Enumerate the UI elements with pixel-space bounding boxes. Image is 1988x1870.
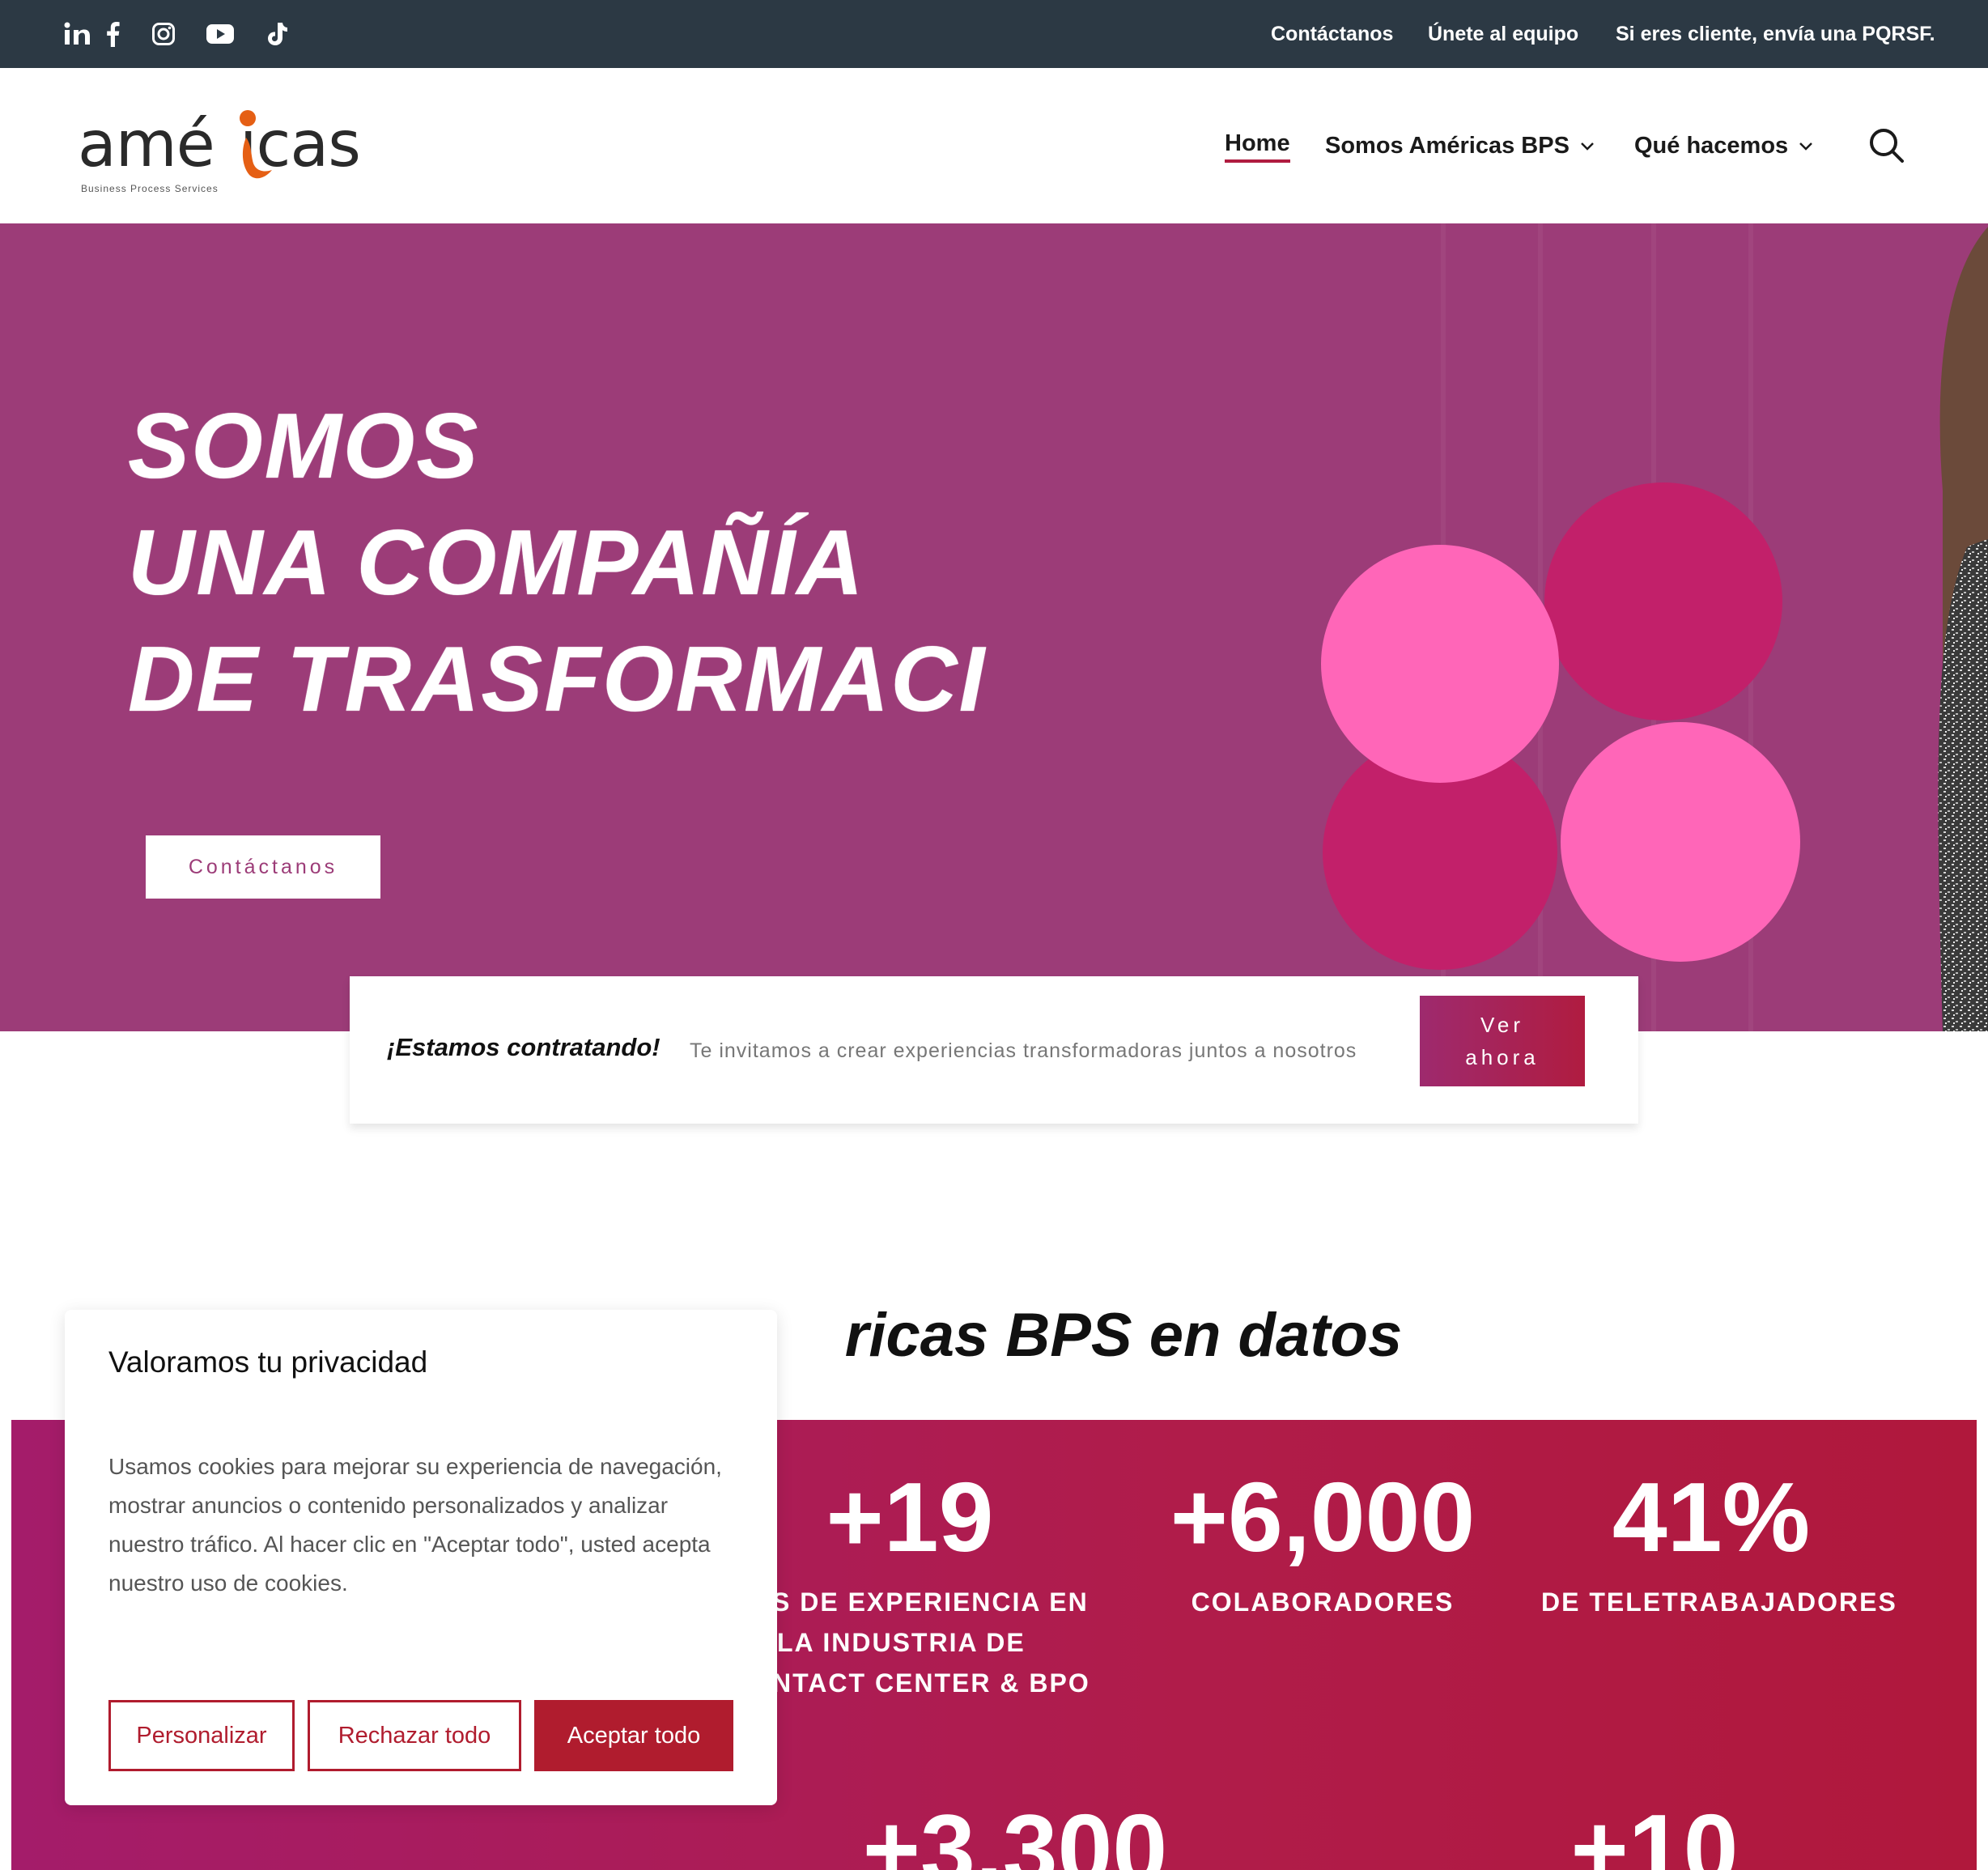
- youtube-icon[interactable]: [204, 0, 236, 68]
- stat-label: COLABORADORES: [1191, 1587, 1455, 1617]
- stat-value: 41%: [1612, 1462, 1811, 1572]
- reject-all-button[interactable]: Rechazar todo: [308, 1700, 521, 1771]
- hero-heading-line: UNA COMPAÑÍA: [128, 512, 865, 614]
- hero-banner: SOMOS UNA COMPAÑÍA DE TRASFORMACI Contác…: [0, 223, 1988, 1031]
- view-now-label: ahora: [1465, 1045, 1540, 1069]
- logo-dot: [240, 110, 256, 126]
- logo-swoosh-icon: [242, 138, 272, 179]
- nav-services-label: Qué hacemos: [1634, 132, 1789, 159]
- nav-about-dropdown[interactable]: Somos Américas BPS: [1325, 68, 1595, 223]
- chevron-down-icon: [1581, 142, 1594, 151]
- facebook-icon[interactable]: [100, 0, 125, 68]
- nav-home-label: Home: [1225, 129, 1290, 163]
- decorative-circle: [1544, 482, 1782, 720]
- hiring-banner: ¡Estamos contratando! Te invitamos a cre…: [350, 976, 1638, 1124]
- linkedin-icon[interactable]: [60, 0, 94, 68]
- decorative-circle: [1561, 722, 1800, 962]
- logo-tagline: Business Process Services: [81, 183, 219, 194]
- contact-link[interactable]: Contáctanos: [1271, 0, 1393, 68]
- stat-value: +3,300: [862, 1794, 1168, 1870]
- tiktok-icon[interactable]: [264, 0, 291, 68]
- decorative-circle: [1321, 545, 1559, 783]
- site-header: américas Business Process Services Home …: [0, 68, 1988, 223]
- stat-label: DE TELETRABAJADORES: [1541, 1587, 1897, 1617]
- stats-title-text: ricas BPS en datos: [844, 1301, 1403, 1370]
- top-bar: Contáctanos Únete al equipo Si eres clie…: [0, 0, 1988, 68]
- hero-heading-line: SOMOS: [128, 395, 480, 498]
- hiring-title: ¡Estamos contratando!: [387, 1033, 661, 1061]
- accept-all-button[interactable]: Aceptar todo: [534, 1700, 733, 1771]
- stat-value: +6,000: [1170, 1462, 1476, 1572]
- hero-heading-line: DE TRASFORMACI: [128, 628, 987, 731]
- pqrsf-link[interactable]: Si eres cliente, envía una PQRSF.: [1616, 0, 1935, 68]
- search-button[interactable]: [1868, 68, 1905, 223]
- hero-person-image: [1938, 227, 1988, 1031]
- americas-logo[interactable]: américas Business Process Services: [78, 108, 369, 198]
- stat-value: +10: [1570, 1794, 1739, 1870]
- cookie-message: Usamos cookies para mejorar su experienc…: [108, 1454, 722, 1596]
- cookie-consent-dialog: Valoramos tu privacidad Usamos cookies p…: [65, 1310, 777, 1805]
- chevron-down-icon: [1799, 142, 1813, 151]
- logo-wordmark: américas: [78, 108, 361, 181]
- view-now-button[interactable]: Ver ahora: [1420, 996, 1585, 1086]
- nav-services-dropdown[interactable]: Qué hacemos: [1634, 68, 1814, 223]
- cookie-title: Valoramos tu privacidad: [108, 1345, 428, 1379]
- stat-value: +19: [826, 1462, 994, 1572]
- nav-about-label: Somos Américas BPS: [1325, 132, 1570, 159]
- join-team-link[interactable]: Únete al equipo: [1428, 0, 1578, 68]
- stat-label: S DE EXPERIENCIA EN LA INDUSTRIA DE NTAC…: [772, 1587, 1090, 1698]
- nav-home[interactable]: Home: [1225, 68, 1290, 223]
- customize-cookies-button[interactable]: Personalizar: [108, 1700, 295, 1771]
- search-icon: [1870, 129, 1904, 163]
- hero-contact-button[interactable]: Contáctanos: [146, 835, 380, 899]
- instagram-icon[interactable]: [149, 0, 178, 68]
- view-now-label: Ver: [1480, 1013, 1525, 1037]
- hiring-description: Te invitamos a crear experiencias transf…: [690, 1039, 1357, 1062]
